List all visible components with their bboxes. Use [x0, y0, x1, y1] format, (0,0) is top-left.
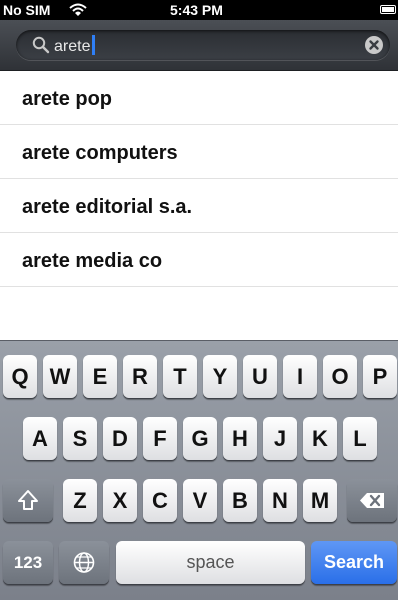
key-w[interactable]: W	[43, 355, 77, 398]
clock: 5:43 PM	[170, 2, 223, 18]
key-y[interactable]: Y	[203, 355, 237, 398]
key-r[interactable]: R	[123, 355, 157, 398]
clear-icon[interactable]	[365, 36, 383, 54]
key-g[interactable]: G	[183, 417, 217, 460]
globe-key[interactable]	[59, 541, 109, 584]
key-p[interactable]: P	[363, 355, 397, 398]
delete-icon	[360, 493, 384, 508]
globe-icon	[73, 552, 95, 573]
key-q[interactable]: Q	[3, 355, 37, 398]
search-bar: arete	[0, 20, 398, 71]
key-x[interactable]: X	[103, 479, 137, 522]
key-h[interactable]: H	[223, 417, 257, 460]
suggestion-item[interactable]: arete computers	[0, 125, 398, 179]
shift-key[interactable]	[3, 479, 53, 522]
suggestion-item[interactable]: arete media co	[0, 233, 398, 287]
space-key[interactable]: space	[116, 541, 305, 584]
key-k[interactable]: K	[303, 417, 337, 460]
magnifier-icon	[32, 36, 50, 54]
key-e[interactable]: E	[83, 355, 117, 398]
battery-icon	[380, 5, 396, 14]
key-s[interactable]: S	[63, 417, 97, 460]
key-t[interactable]: T	[163, 355, 197, 398]
key-z[interactable]: Z	[63, 479, 97, 522]
key-j[interactable]: J	[263, 417, 297, 460]
text-cursor	[92, 35, 96, 55]
search-query: arete	[54, 35, 96, 56]
key-c[interactable]: C	[143, 479, 177, 522]
shift-icon	[18, 490, 38, 510]
delete-key[interactable]	[347, 479, 397, 522]
key-o[interactable]: O	[323, 355, 357, 398]
keyboard: Q W E R T Y U I O P A S D F G H J K L Z …	[0, 340, 398, 600]
status-bar: No SIM 5:43 PM	[0, 0, 398, 20]
key-m[interactable]: M	[303, 479, 337, 522]
key-f[interactable]: F	[143, 417, 177, 460]
suggestion-item[interactable]: arete pop	[0, 71, 398, 125]
key-a[interactable]: A	[23, 417, 57, 460]
carrier-label: No SIM	[3, 2, 51, 18]
key-d[interactable]: D	[103, 417, 137, 460]
key-i[interactable]: I	[283, 355, 317, 398]
key-n[interactable]: N	[263, 479, 297, 522]
search-input[interactable]: arete	[16, 30, 390, 60]
numbers-key[interactable]: 123	[3, 541, 53, 584]
key-l[interactable]: L	[343, 417, 377, 460]
key-u[interactable]: U	[243, 355, 277, 398]
key-b[interactable]: B	[223, 479, 257, 522]
key-v[interactable]: V	[183, 479, 217, 522]
suggestion-item[interactable]: arete editorial s.a.	[0, 179, 398, 233]
suggestion-list: arete pop arete computers arete editoria…	[0, 71, 398, 287]
search-key[interactable]: Search	[311, 541, 397, 584]
wifi-icon	[68, 2, 88, 18]
